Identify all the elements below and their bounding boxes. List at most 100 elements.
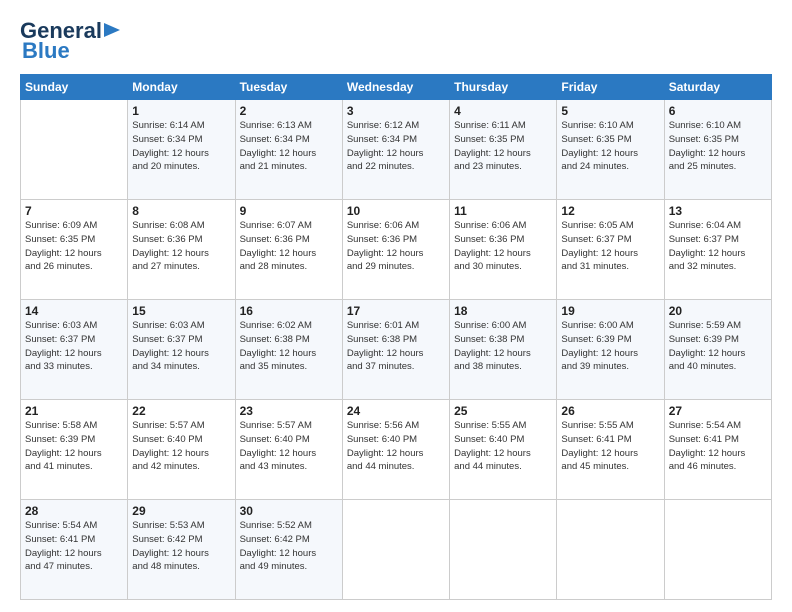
calendar-cell: 11Sunrise: 6:06 AMSunset: 6:36 PMDayligh… <box>450 200 557 300</box>
day-info: Sunrise: 6:08 AMSunset: 6:36 PMDaylight:… <box>132 219 230 274</box>
calendar-cell: 7Sunrise: 6:09 AMSunset: 6:35 PMDaylight… <box>21 200 128 300</box>
day-number: 11 <box>454 204 552 218</box>
calendar-cell: 5Sunrise: 6:10 AMSunset: 6:35 PMDaylight… <box>557 100 664 200</box>
weekday-header-tuesday: Tuesday <box>235 75 342 100</box>
day-number: 17 <box>347 304 445 318</box>
calendar-cell: 29Sunrise: 5:53 AMSunset: 6:42 PMDayligh… <box>128 500 235 600</box>
calendar-cell: 18Sunrise: 6:00 AMSunset: 6:38 PMDayligh… <box>450 300 557 400</box>
calendar-cell: 23Sunrise: 5:57 AMSunset: 6:40 PMDayligh… <box>235 400 342 500</box>
calendar-cell: 28Sunrise: 5:54 AMSunset: 6:41 PMDayligh… <box>21 500 128 600</box>
day-number: 1 <box>132 104 230 118</box>
day-number: 30 <box>240 504 338 518</box>
day-number: 8 <box>132 204 230 218</box>
day-info: Sunrise: 6:09 AMSunset: 6:35 PMDaylight:… <box>25 219 123 274</box>
day-number: 14 <box>25 304 123 318</box>
day-info: Sunrise: 5:57 AMSunset: 6:40 PMDaylight:… <box>240 419 338 474</box>
logo-arrow-icon <box>104 21 122 39</box>
day-info: Sunrise: 6:11 AMSunset: 6:35 PMDaylight:… <box>454 119 552 174</box>
day-info: Sunrise: 6:10 AMSunset: 6:35 PMDaylight:… <box>561 119 659 174</box>
day-info: Sunrise: 6:02 AMSunset: 6:38 PMDaylight:… <box>240 319 338 374</box>
day-number: 25 <box>454 404 552 418</box>
day-info: Sunrise: 5:52 AMSunset: 6:42 PMDaylight:… <box>240 519 338 574</box>
day-info: Sunrise: 6:07 AMSunset: 6:36 PMDaylight:… <box>240 219 338 274</box>
day-info: Sunrise: 6:05 AMSunset: 6:37 PMDaylight:… <box>561 219 659 274</box>
calendar-cell: 6Sunrise: 6:10 AMSunset: 6:35 PMDaylight… <box>664 100 771 200</box>
day-info: Sunrise: 6:14 AMSunset: 6:34 PMDaylight:… <box>132 119 230 174</box>
weekday-header-monday: Monday <box>128 75 235 100</box>
calendar-cell: 17Sunrise: 6:01 AMSunset: 6:38 PMDayligh… <box>342 300 449 400</box>
day-number: 2 <box>240 104 338 118</box>
day-number: 24 <box>347 404 445 418</box>
day-info: Sunrise: 6:10 AMSunset: 6:35 PMDaylight:… <box>669 119 767 174</box>
calendar-cell: 24Sunrise: 5:56 AMSunset: 6:40 PMDayligh… <box>342 400 449 500</box>
day-number: 20 <box>669 304 767 318</box>
day-info: Sunrise: 5:55 AMSunset: 6:41 PMDaylight:… <box>561 419 659 474</box>
day-info: Sunrise: 5:54 AMSunset: 6:41 PMDaylight:… <box>25 519 123 574</box>
calendar-cell: 21Sunrise: 5:58 AMSunset: 6:39 PMDayligh… <box>21 400 128 500</box>
day-info: Sunrise: 5:55 AMSunset: 6:40 PMDaylight:… <box>454 419 552 474</box>
calendar-cell: 14Sunrise: 6:03 AMSunset: 6:37 PMDayligh… <box>21 300 128 400</box>
day-number: 23 <box>240 404 338 418</box>
day-number: 15 <box>132 304 230 318</box>
calendar-cell: 9Sunrise: 6:07 AMSunset: 6:36 PMDaylight… <box>235 200 342 300</box>
day-number: 27 <box>669 404 767 418</box>
day-number: 18 <box>454 304 552 318</box>
calendar-cell <box>21 100 128 200</box>
weekday-header-saturday: Saturday <box>664 75 771 100</box>
day-info: Sunrise: 5:54 AMSunset: 6:41 PMDaylight:… <box>669 419 767 474</box>
calendar-cell: 25Sunrise: 5:55 AMSunset: 6:40 PMDayligh… <box>450 400 557 500</box>
day-number: 6 <box>669 104 767 118</box>
week-row-3: 14Sunrise: 6:03 AMSunset: 6:37 PMDayligh… <box>21 300 772 400</box>
calendar-page: General Blue SundayMondayTuesdayWednesda… <box>0 0 792 612</box>
day-number: 9 <box>240 204 338 218</box>
week-row-4: 21Sunrise: 5:58 AMSunset: 6:39 PMDayligh… <box>21 400 772 500</box>
weekday-header-sunday: Sunday <box>21 75 128 100</box>
day-info: Sunrise: 6:12 AMSunset: 6:34 PMDaylight:… <box>347 119 445 174</box>
day-info: Sunrise: 6:00 AMSunset: 6:38 PMDaylight:… <box>454 319 552 374</box>
week-row-5: 28Sunrise: 5:54 AMSunset: 6:41 PMDayligh… <box>21 500 772 600</box>
calendar-cell <box>557 500 664 600</box>
calendar-cell: 2Sunrise: 6:13 AMSunset: 6:34 PMDaylight… <box>235 100 342 200</box>
day-info: Sunrise: 6:06 AMSunset: 6:36 PMDaylight:… <box>454 219 552 274</box>
calendar-cell: 1Sunrise: 6:14 AMSunset: 6:34 PMDaylight… <box>128 100 235 200</box>
day-info: Sunrise: 6:04 AMSunset: 6:37 PMDaylight:… <box>669 219 767 274</box>
calendar-cell: 10Sunrise: 6:06 AMSunset: 6:36 PMDayligh… <box>342 200 449 300</box>
day-number: 10 <box>347 204 445 218</box>
calendar-cell: 26Sunrise: 5:55 AMSunset: 6:41 PMDayligh… <box>557 400 664 500</box>
day-info: Sunrise: 6:03 AMSunset: 6:37 PMDaylight:… <box>132 319 230 374</box>
day-number: 4 <box>454 104 552 118</box>
day-info: Sunrise: 5:56 AMSunset: 6:40 PMDaylight:… <box>347 419 445 474</box>
day-info: Sunrise: 5:59 AMSunset: 6:39 PMDaylight:… <box>669 319 767 374</box>
day-number: 28 <box>25 504 123 518</box>
day-info: Sunrise: 5:57 AMSunset: 6:40 PMDaylight:… <box>132 419 230 474</box>
day-info: Sunrise: 6:01 AMSunset: 6:38 PMDaylight:… <box>347 319 445 374</box>
day-info: Sunrise: 5:58 AMSunset: 6:39 PMDaylight:… <box>25 419 123 474</box>
calendar-cell <box>664 500 771 600</box>
day-number: 5 <box>561 104 659 118</box>
calendar-cell: 27Sunrise: 5:54 AMSunset: 6:41 PMDayligh… <box>664 400 771 500</box>
calendar-cell: 12Sunrise: 6:05 AMSunset: 6:37 PMDayligh… <box>557 200 664 300</box>
calendar-cell <box>342 500 449 600</box>
calendar-cell: 22Sunrise: 5:57 AMSunset: 6:40 PMDayligh… <box>128 400 235 500</box>
day-info: Sunrise: 6:13 AMSunset: 6:34 PMDaylight:… <box>240 119 338 174</box>
logo: General Blue <box>20 18 122 64</box>
week-row-2: 7Sunrise: 6:09 AMSunset: 6:35 PMDaylight… <box>21 200 772 300</box>
calendar-cell: 8Sunrise: 6:08 AMSunset: 6:36 PMDaylight… <box>128 200 235 300</box>
day-number: 12 <box>561 204 659 218</box>
day-info: Sunrise: 6:06 AMSunset: 6:36 PMDaylight:… <box>347 219 445 274</box>
day-number: 29 <box>132 504 230 518</box>
day-info: Sunrise: 6:00 AMSunset: 6:39 PMDaylight:… <box>561 319 659 374</box>
day-number: 22 <box>132 404 230 418</box>
calendar-cell: 15Sunrise: 6:03 AMSunset: 6:37 PMDayligh… <box>128 300 235 400</box>
day-info: Sunrise: 6:03 AMSunset: 6:37 PMDaylight:… <box>25 319 123 374</box>
calendar-table: SundayMondayTuesdayWednesdayThursdayFrid… <box>20 74 772 600</box>
day-number: 26 <box>561 404 659 418</box>
weekday-header-wednesday: Wednesday <box>342 75 449 100</box>
calendar-cell: 4Sunrise: 6:11 AMSunset: 6:35 PMDaylight… <box>450 100 557 200</box>
weekday-header-row: SundayMondayTuesdayWednesdayThursdayFrid… <box>21 75 772 100</box>
weekday-header-thursday: Thursday <box>450 75 557 100</box>
day-number: 3 <box>347 104 445 118</box>
day-number: 19 <box>561 304 659 318</box>
calendar-cell: 16Sunrise: 6:02 AMSunset: 6:38 PMDayligh… <box>235 300 342 400</box>
day-info: Sunrise: 5:53 AMSunset: 6:42 PMDaylight:… <box>132 519 230 574</box>
